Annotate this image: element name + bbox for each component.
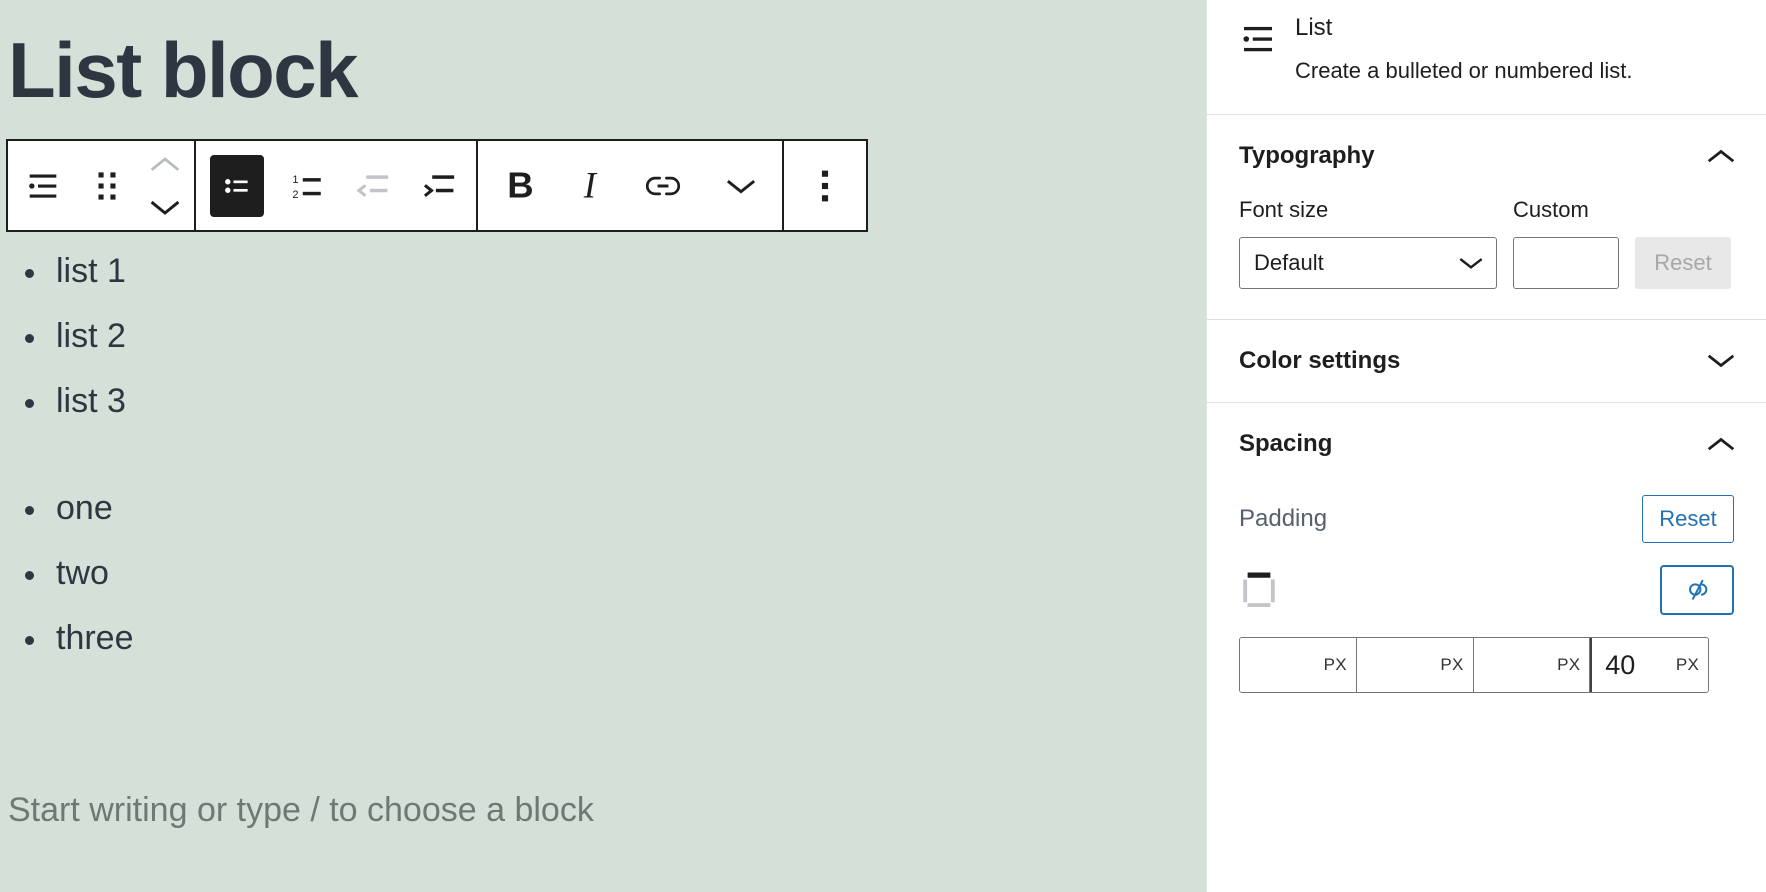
link-padding-sides-button[interactable] bbox=[1660, 565, 1734, 616]
font-size-select[interactable]: Default bbox=[1239, 237, 1497, 290]
padding-box-top-icon bbox=[1239, 569, 1279, 611]
chevron-up-icon bbox=[150, 156, 180, 171]
toolbar-group-format-controls: B I bbox=[478, 141, 784, 230]
list-item[interactable]: list 1 bbox=[25, 252, 1108, 290]
list-item[interactable]: two bbox=[25, 554, 1108, 592]
drag-handle-icon bbox=[98, 171, 116, 200]
font-size-field: Font size Default bbox=[1239, 197, 1497, 290]
unordered-list-button[interactable] bbox=[210, 154, 264, 217]
panel-spacing-header[interactable]: Spacing bbox=[1207, 403, 1766, 485]
block-card-text: List Create a bulleted or numbered list. bbox=[1295, 12, 1736, 86]
panel-color-settings: Color settings bbox=[1207, 320, 1766, 404]
toolbar-group-block-controls bbox=[8, 141, 196, 230]
padding-right-input[interactable]: PX bbox=[1356, 638, 1474, 693]
custom-font-size-input[interactable] bbox=[1513, 237, 1619, 290]
move-up-button[interactable] bbox=[138, 142, 192, 186]
chevron-up-icon bbox=[1706, 141, 1736, 171]
move-down-button[interactable] bbox=[138, 186, 192, 230]
italic-button[interactable]: I bbox=[558, 141, 624, 230]
padding-left-value: 40 bbox=[1605, 649, 1636, 680]
bold-icon: B bbox=[507, 167, 533, 205]
panel-spacing: Spacing Padding Reset PX PX PX 40 PX bbox=[1207, 403, 1766, 723]
indent-button[interactable] bbox=[408, 141, 474, 230]
chevron-down-icon bbox=[150, 200, 180, 215]
bold-button[interactable]: B bbox=[480, 141, 558, 230]
indent-icon bbox=[423, 174, 455, 197]
panel-color-settings-header[interactable]: Color settings bbox=[1207, 320, 1766, 402]
padding-bottom-unit: PX bbox=[1557, 655, 1581, 675]
empty-paragraph-placeholder[interactable]: Start writing or type / to choose a bloc… bbox=[8, 791, 594, 829]
block-type-switcher-button[interactable] bbox=[10, 141, 76, 230]
unlink-sides-icon bbox=[1689, 580, 1708, 601]
list-item[interactable]: list 3 bbox=[25, 382, 1108, 420]
block-settings-sidebar: List Create a bulleted or numbered list.… bbox=[1206, 0, 1766, 892]
panel-spacing-title: Spacing bbox=[1239, 430, 1333, 458]
panel-typography: Typography Font size Default Custom Rese… bbox=[1207, 115, 1766, 321]
list-item[interactable]: one bbox=[25, 489, 1108, 527]
link-icon bbox=[645, 176, 681, 195]
svg-text:2: 2 bbox=[292, 188, 298, 200]
block-mover bbox=[138, 141, 192, 230]
block-editor-screen: List block 1 2 B I list 1 list 2 list 3 … bbox=[0, 0, 1766, 892]
ordered-list-icon: 1 2 bbox=[292, 174, 321, 200]
padding-reset-button[interactable]: Reset bbox=[1642, 495, 1734, 544]
padding-bottom-input[interactable]: PX bbox=[1473, 638, 1591, 693]
block-card-icon-wrap bbox=[1237, 12, 1295, 60]
custom-font-size-field: Custom bbox=[1513, 197, 1619, 290]
typography-reset-button[interactable]: Reset bbox=[1635, 237, 1731, 290]
block-card: List Create a bulleted or numbered list. bbox=[1207, 0, 1766, 116]
font-size-label: Font size bbox=[1239, 197, 1329, 223]
padding-top-input[interactable]: PX bbox=[1240, 638, 1357, 693]
editor-canvas: List block 1 2 B I list 1 list 2 list 3 … bbox=[0, 0, 1206, 892]
panel-spacing-body: Padding Reset PX PX PX 40 PX bbox=[1207, 495, 1766, 723]
block-card-description: Create a bulleted or numbered list. bbox=[1295, 58, 1633, 84]
italic-icon: I bbox=[583, 167, 598, 205]
list-block-2[interactable]: one two three bbox=[8, 489, 1108, 657]
list-item[interactable]: three bbox=[25, 619, 1108, 657]
block-toolbar: 1 2 B I bbox=[6, 139, 868, 232]
kebab-menu-icon bbox=[821, 170, 829, 201]
padding-label: Padding bbox=[1239, 505, 1328, 533]
padding-left-unit: PX bbox=[1675, 655, 1699, 675]
outdent-button[interactable] bbox=[342, 141, 408, 230]
svg-text:1: 1 bbox=[292, 174, 298, 186]
panel-typography-body: Font size Default Custom Reset bbox=[1207, 197, 1766, 319]
unordered-list-icon bbox=[225, 178, 248, 193]
toolbar-group-list-controls: 1 2 bbox=[196, 141, 478, 230]
svg-text:I: I bbox=[583, 167, 598, 205]
page-title[interactable]: List block bbox=[0, 0, 1206, 112]
list-block-1[interactable]: list 1 list 2 list 3 bbox=[8, 252, 1108, 420]
list-icon bbox=[1243, 26, 1272, 52]
block-options-button[interactable] bbox=[786, 141, 864, 230]
list-block-content: list 1 list 2 list 3 one two three bbox=[8, 252, 1108, 684]
panel-color-settings-title: Color settings bbox=[1239, 347, 1401, 375]
padding-top-unit: PX bbox=[1323, 655, 1347, 675]
more-rich-text-button[interactable] bbox=[702, 141, 780, 230]
link-button[interactable] bbox=[624, 141, 702, 230]
panel-typography-title: Typography bbox=[1239, 142, 1375, 170]
list-icon bbox=[29, 174, 57, 198]
list-item[interactable]: list 2 bbox=[25, 317, 1108, 355]
padding-inputs-group: PX PX PX 40 PX bbox=[1239, 637, 1709, 694]
padding-left-input[interactable]: 40 PX bbox=[1590, 638, 1708, 693]
chevron-down-icon bbox=[1706, 346, 1736, 376]
chevron-up-icon bbox=[1706, 429, 1736, 459]
padding-visualizer-row bbox=[1239, 565, 1734, 616]
font-size-value: Default bbox=[1254, 250, 1324, 276]
padding-header-row: Padding Reset bbox=[1239, 495, 1734, 544]
custom-font-size-label: Custom bbox=[1513, 197, 1589, 223]
ordered-list-button[interactable]: 1 2 bbox=[276, 141, 342, 230]
block-card-title: List bbox=[1295, 14, 1333, 41]
toolbar-group-options bbox=[784, 141, 866, 230]
svg-text:B: B bbox=[507, 167, 533, 205]
panel-typography-header[interactable]: Typography bbox=[1207, 115, 1766, 197]
unordered-list-button-cell bbox=[198, 141, 276, 230]
font-size-row: Font size Default Custom Reset bbox=[1239, 197, 1734, 290]
chevron-down-icon bbox=[726, 179, 756, 193]
padding-right-unit: PX bbox=[1440, 655, 1464, 675]
drag-handle-button[interactable] bbox=[76, 141, 138, 230]
outdent-icon bbox=[356, 174, 389, 197]
chevron-down-icon bbox=[1458, 255, 1484, 271]
